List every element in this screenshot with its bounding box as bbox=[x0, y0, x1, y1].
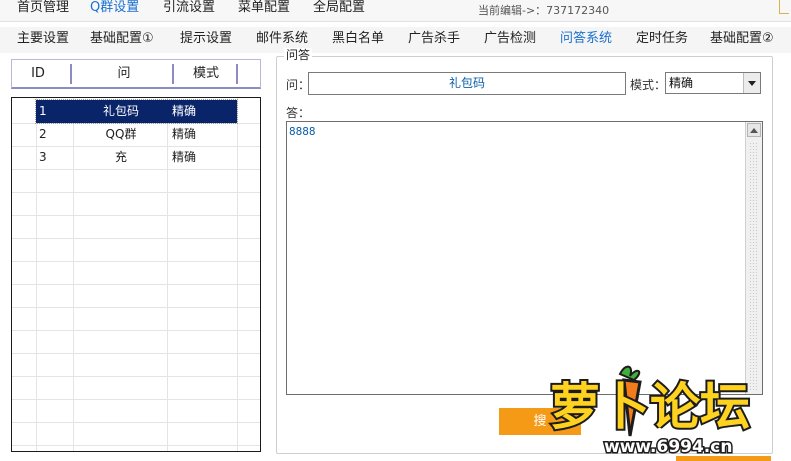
grid-line bbox=[12, 330, 260, 331]
grid-line bbox=[12, 445, 260, 446]
grid-line bbox=[12, 238, 260, 239]
row-question: 礼包码 bbox=[102, 104, 139, 118]
grid-line bbox=[12, 284, 260, 285]
column-header-id[interactable]: ID bbox=[12, 60, 64, 88]
tab-ad-detection[interactable]: 广告检测 bbox=[484, 31, 536, 51]
tab-ad-killer[interactable]: 广告杀手 bbox=[408, 31, 460, 51]
grid-line bbox=[12, 261, 260, 262]
sub-tab-bar: 主要设置 基础配置① 提示设置 邮件系统 黑白名单 广告杀手 广告检测 问答系统… bbox=[0, 27, 791, 53]
row-mode: 精确 bbox=[172, 150, 197, 164]
column-separator[interactable] bbox=[172, 64, 174, 84]
mode-select[interactable]: 精确 bbox=[665, 72, 761, 94]
grid-line bbox=[12, 169, 260, 170]
watermark-logo: 萝卜论坛 www.6994.cn bbox=[548, 365, 752, 459]
grid-line bbox=[12, 215, 260, 216]
tab-blacklist-whitelist[interactable]: 黑白名单 bbox=[332, 31, 384, 51]
answer-text: 8888 bbox=[289, 125, 316, 138]
corner-mark-icon bbox=[779, 0, 789, 14]
grid-line bbox=[12, 376, 260, 377]
mode-select-value: 精确 bbox=[669, 76, 694, 90]
grid-line bbox=[12, 422, 260, 423]
menu-item-home[interactable]: 首页管理 bbox=[17, 0, 69, 18]
top-menu-bar: 首页管理 Q群设置 引流设置 菜单配置 全局配置 当前编辑->：73717234… bbox=[0, 0, 791, 22]
row-mode: 精确 bbox=[172, 127, 197, 141]
current-editing-label: 当前编辑->：737172340 bbox=[478, 4, 610, 17]
watermark-url: www.6994.cn bbox=[604, 437, 732, 457]
grid-line bbox=[12, 399, 260, 400]
row-question: QQ群 bbox=[105, 127, 137, 141]
tab-basic-config-1[interactable]: 基础配置① bbox=[90, 31, 154, 51]
question-label: 问： bbox=[286, 78, 311, 92]
grid-line bbox=[12, 192, 260, 193]
mode-label: 模式： bbox=[630, 78, 667, 92]
menu-item-traffic-settings[interactable]: 引流设置 bbox=[163, 0, 215, 18]
table-row[interactable]: 2 QQ群 精确 bbox=[12, 123, 260, 146]
table-row[interactable]: 1 礼包码 精确 bbox=[12, 99, 260, 124]
tab-scheduled-tasks[interactable]: 定时任务 bbox=[636, 31, 688, 51]
qa-list-header: ID 问 模式 bbox=[11, 59, 261, 89]
row-id: 3 bbox=[39, 150, 47, 164]
question-input[interactable]: 礼包码 bbox=[308, 72, 626, 95]
grid-line bbox=[12, 307, 260, 308]
row-id: 1 bbox=[39, 104, 47, 118]
answer-label: 答： bbox=[286, 106, 311, 120]
table-row[interactable]: 3 充 精确 bbox=[12, 146, 260, 169]
qa-group-title: 问答 bbox=[284, 48, 313, 62]
chevron-down-icon[interactable] bbox=[743, 73, 760, 93]
column-header-mode[interactable]: 模式 bbox=[176, 60, 236, 88]
column-separator[interactable] bbox=[70, 64, 72, 84]
watermark-title: 萝卜论坛 bbox=[550, 378, 750, 436]
menu-item-menu-config[interactable]: 菜单配置 bbox=[238, 0, 290, 18]
menu-item-global-config[interactable]: 全局配置 bbox=[313, 0, 365, 18]
grid-line bbox=[12, 353, 260, 354]
qa-list[interactable]: 1 礼包码 精确 2 QQ群 精确 3 充 精确 bbox=[11, 97, 261, 452]
row-question: 充 bbox=[114, 150, 127, 164]
tab-qa-system[interactable]: 问答系统 bbox=[560, 31, 612, 51]
column-separator[interactable] bbox=[236, 64, 238, 84]
tab-prompt-settings[interactable]: 提示设置 bbox=[180, 31, 232, 51]
row-mode: 精确 bbox=[172, 104, 197, 118]
tab-main-settings[interactable]: 主要设置 bbox=[17, 31, 69, 51]
menu-item-qgroup-settings[interactable]: Q群设置 bbox=[90, 0, 139, 18]
tab-basic-config-2[interactable]: 基础配置② bbox=[710, 31, 774, 51]
column-header-question[interactable]: 问 bbox=[74, 60, 174, 88]
scroll-up-icon[interactable] bbox=[747, 123, 761, 137]
row-id: 2 bbox=[39, 127, 47, 141]
